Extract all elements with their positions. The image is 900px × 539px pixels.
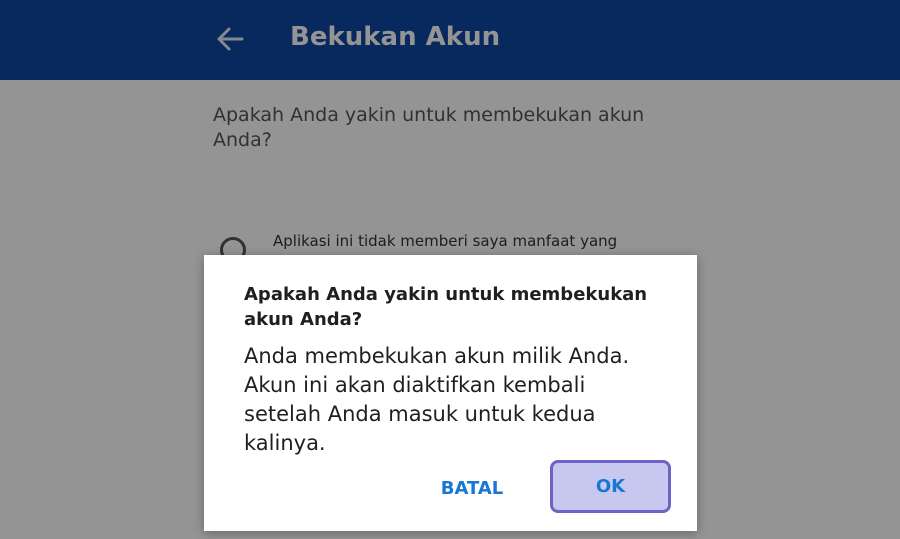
dialog-message: Anda membekukan akun milik Anda. Akun in… (244, 344, 630, 455)
dialog-title: Apakah Anda yakin untuk membekukan akun … (244, 284, 648, 330)
cancel-button[interactable]: BATAL (426, 474, 518, 504)
confirm-dialog: Apakah Anda yakin untuk membekukan akun … (204, 255, 697, 531)
ok-button[interactable]: OK (550, 460, 671, 513)
